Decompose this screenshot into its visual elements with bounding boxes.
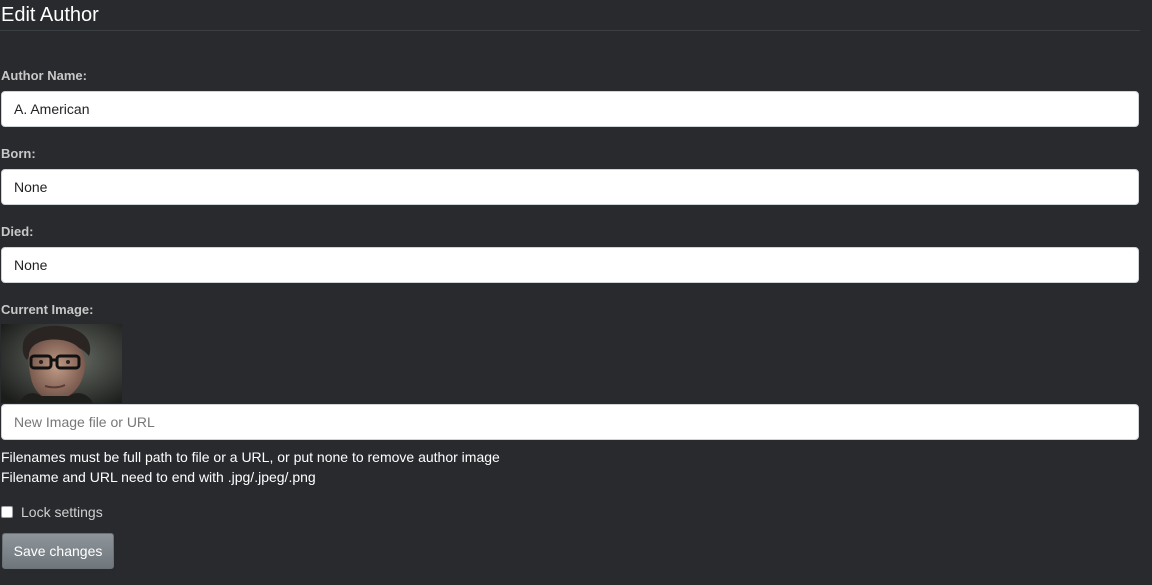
born-input[interactable] xyxy=(1,169,1139,205)
lock-settings-row[interactable]: Lock settings xyxy=(1,503,103,521)
died-label: Died: xyxy=(1,224,34,239)
current-image-label: Current Image: xyxy=(1,302,94,317)
edit-author-page: Edit Author Author Name: Born: Died: Cur… xyxy=(0,0,1152,585)
born-label: Born: xyxy=(1,146,36,161)
page-title: Edit Author xyxy=(1,4,99,26)
author-name-input[interactable] xyxy=(1,91,1139,127)
lock-settings-label[interactable]: Lock settings xyxy=(21,504,103,520)
image-help-line-1: Filenames must be full path to file or a… xyxy=(1,449,500,465)
save-changes-button[interactable]: Save changes xyxy=(2,533,114,569)
title-divider xyxy=(0,30,1140,31)
image-help-line-2: Filename and URL need to end with .jpg/.… xyxy=(1,469,316,485)
author-name-label: Author Name: xyxy=(1,68,87,83)
image-url-input[interactable] xyxy=(1,404,1139,440)
died-input[interactable] xyxy=(1,247,1139,283)
author-portrait-image xyxy=(1,324,122,403)
lock-settings-checkbox[interactable] xyxy=(1,506,13,518)
